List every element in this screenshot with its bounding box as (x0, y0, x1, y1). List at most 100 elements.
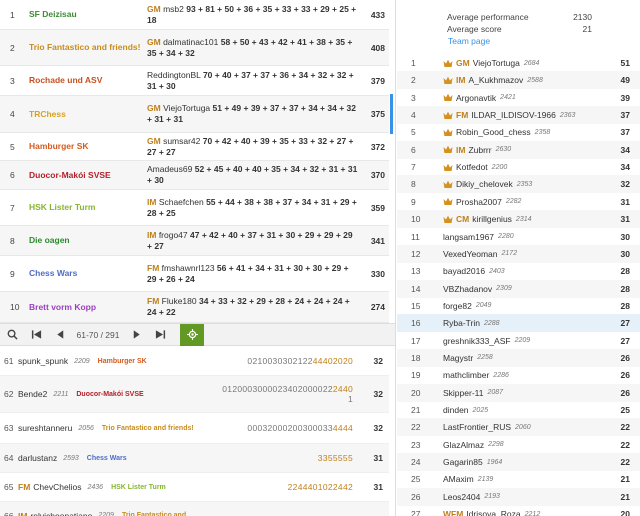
team-row[interactable]: 1 SF Deizisau GM msb2 93 + 81 + 50 + 36 + … (0, 0, 389, 30)
roster-row[interactable]: 18 Magystr 2258 26 (397, 348, 640, 367)
roster-name[interactable]: greshnik333_ASF (443, 336, 511, 346)
roster-row[interactable]: 6 IM Zubrrr 2630 34 (397, 140, 640, 159)
player-team[interactable]: Trio Fantastico and friends! (102, 425, 194, 432)
roster-row[interactable]: 14 VBZhadanov 2309 28 (397, 279, 640, 298)
player-name[interactable]: Fluke180 (162, 296, 199, 306)
roster-row[interactable]: 24 Gagarin85 1964 22 (397, 453, 640, 472)
team-row[interactable]: 8 Die oagen IM frogo47 47 + 42 + 40 + 37 +… (0, 226, 389, 256)
team-name[interactable]: Rochade und ASV (29, 75, 147, 86)
roster-row[interactable]: 11 langsam1967 2280 30 (397, 228, 640, 246)
roster-name[interactable]: ILDAR_ILDISOV-1966 (471, 110, 556, 120)
roster-row[interactable]: 2 IM A_Kukhmazov 2588 49 (397, 71, 640, 90)
player-name[interactable]: sumsar42 (163, 136, 203, 146)
roster-name[interactable]: forge82 (443, 301, 472, 311)
player-team[interactable]: Duocor-Makói SVSE (76, 391, 143, 398)
player-row[interactable]: 61 spunk_spunk 2209 Hamburger SK 02100303021… (0, 347, 389, 376)
team-name[interactable]: TRChess (29, 109, 147, 120)
roster-row[interactable]: 21 dinden 2025 25 (397, 401, 640, 419)
player-name[interactable]: spunk_spunk (18, 356, 68, 366)
team-row[interactable]: 6 Duocor-Makói SVSE Amadeus69 52 + 45 + 40… (0, 161, 389, 190)
roster-row[interactable]: 10 CM kirillgenius 2314 31 (397, 210, 640, 229)
roster-row[interactable]: 19 mathclimber 2286 26 (397, 366, 640, 384)
roster-row[interactable]: 15 forge82 2049 28 (397, 297, 640, 315)
team-row[interactable]: 2 Trio Fantastico and friends! GM dalmatin… (0, 30, 389, 66)
player-name[interactable]: Schaefchen (159, 197, 206, 207)
roster-row[interactable]: 23 GlazAlmaz 2298 22 (397, 436, 640, 454)
roster-name[interactable]: Ryba-Trin (443, 318, 480, 328)
player-team[interactable]: HSK Lister Turm (111, 484, 166, 491)
team-row[interactable]: 7 HSK Lister Turm IM Schaefchen 55 + 44 + … (0, 190, 389, 226)
roster-name[interactable]: GlazAlmaz (443, 440, 484, 450)
player-row[interactable]: 66 IM rolvichoopatiano 2209 Trio Fantastico … (0, 502, 389, 516)
roster-row[interactable]: 5 Robin_Good_chess 2358 37 (397, 123, 640, 141)
team-row[interactable]: 10 Brett vorm Kopp FM Fluke180 34 + 33 + 3… (0, 292, 389, 323)
player-name[interactable]: sureshtanneru (18, 423, 72, 433)
player-name[interactable]: ChevChelios (33, 482, 81, 492)
roster-name[interactable]: dinden (443, 405, 469, 415)
team-name[interactable]: Hamburger SK (29, 141, 147, 152)
roster-name[interactable]: langsam1967 (443, 232, 494, 242)
team-name[interactable]: Chess Wars (29, 268, 147, 279)
player-name[interactable]: Bende2 (18, 389, 47, 399)
player-name[interactable]: Amadeus69 (147, 164, 195, 174)
first-page-icon[interactable] (24, 324, 48, 345)
team-name[interactable]: Duocor-Makói SVSE (29, 170, 147, 181)
roster-name[interactable]: VexedYeoman (443, 249, 498, 259)
player-name[interactable]: msb2 (163, 4, 186, 14)
roster-row[interactable]: 22 LastFrontier_RUS 2060 22 (397, 418, 640, 437)
roster-name[interactable]: AMaxim (443, 474, 474, 484)
player-name[interactable]: ViejoTortuga (163, 103, 212, 113)
roster-row[interactable]: 12 VexedYeoman 2172 30 (397, 244, 640, 263)
roster-name[interactable]: Robin_Good_chess (456, 127, 531, 137)
roster-row[interactable]: 9 Prosha2007 2282 31 (397, 193, 640, 211)
scrollbar-thumb[interactable] (390, 94, 393, 134)
roster-row[interactable]: 25 AMaxim 2139 21 (397, 470, 640, 488)
roster-row[interactable]: 13 bayad2016 2403 28 (397, 262, 640, 280)
roster-row[interactable]: 4 FM ILDAR_ILDISOV-1966 2363 37 (397, 106, 640, 125)
player-name[interactable]: frogo47 (159, 230, 190, 240)
roster-name[interactable]: Idrisova_Roza (466, 509, 520, 516)
player-row[interactable]: 64 darlustanz 2593 Chess Wars 3355555 31 (0, 444, 389, 473)
team-name[interactable]: HSK Lister Turm (29, 202, 147, 213)
player-name[interactable]: rolvichoopatiano (30, 511, 92, 516)
player-team[interactable]: Hamburger SK (98, 358, 147, 365)
player-name[interactable]: fmshawnrl123 (162, 263, 217, 273)
team-name[interactable]: SF Deizisau (29, 9, 147, 20)
roster-name[interactable]: bayad2016 (443, 266, 485, 276)
locate-me-icon[interactable] (180, 323, 204, 346)
roster-row[interactable]: 8 Dikiy_chelovek 2353 32 (397, 175, 640, 194)
team-name[interactable]: Brett vorm Kopp (29, 302, 147, 313)
team-row[interactable]: 9 Chess Wars FM fmshawnrl123 56 + 41 + 34 … (0, 256, 389, 292)
roster-row[interactable]: 17 greshnik333_ASF 2209 27 (397, 332, 640, 350)
roster-name[interactable]: Leos2404 (443, 492, 480, 502)
roster-name[interactable]: Prosha2007 (456, 197, 502, 207)
last-page-icon[interactable] (148, 324, 172, 345)
player-team[interactable]: Chess Wars (87, 455, 127, 462)
roster-name[interactable]: VBZhadanov (443, 284, 492, 294)
roster-name[interactable]: LastFrontier_RUS (443, 422, 511, 432)
roster-name[interactable]: ViejoTortuga (473, 58, 520, 68)
roster-name[interactable]: Gagarin85 (443, 457, 483, 467)
player-row[interactable]: 63 sureshtanneru 2056 Trio Fantastico and f… (0, 413, 389, 444)
roster-name[interactable]: Zubrrr (468, 145, 491, 155)
team-page-link[interactable]: Team page (448, 36, 490, 46)
roster-name[interactable]: Magystr (443, 353, 473, 363)
roster-name[interactable]: A_Kukhmazov (468, 75, 523, 85)
roster-name[interactable]: Dikiy_chelovek (456, 179, 513, 189)
roster-name[interactable]: Argonavtik (456, 93, 496, 103)
search-icon[interactable] (0, 324, 24, 345)
player-name[interactable]: darlustanz (18, 453, 57, 463)
team-row[interactable]: 3 Rochade und ASV ReddingtonBL 70 + 40 + 3… (0, 66, 389, 96)
prev-page-icon[interactable] (48, 324, 72, 345)
player-row[interactable]: 62 Bende2 2211 Duocor-Makói SVSE 01200030000… (0, 376, 389, 413)
team-row[interactable]: 4 TRChess GM ViejoTortuga 51 + 49 + 39 + 3… (0, 96, 389, 133)
roster-name[interactable]: Skipper-11 (443, 388, 483, 398)
roster-row[interactable]: 26 Leos2404 2193 21 (397, 487, 640, 506)
roster-row[interactable]: 20 Skipper-11 2087 26 (397, 383, 640, 402)
player-name[interactable]: dalmatinac101 (163, 37, 221, 47)
roster-name[interactable]: Kotfedot (456, 162, 488, 172)
team-name[interactable]: Trio Fantastico and friends! (29, 42, 147, 53)
roster-row[interactable]: 27 WFM Idrisova_Roza 2212 20 (397, 505, 640, 516)
team-row[interactable]: 5 Hamburger SK GM sumsar42 70 + 42 + 40 + … (0, 133, 389, 161)
roster-name[interactable]: mathclimber (443, 370, 489, 380)
